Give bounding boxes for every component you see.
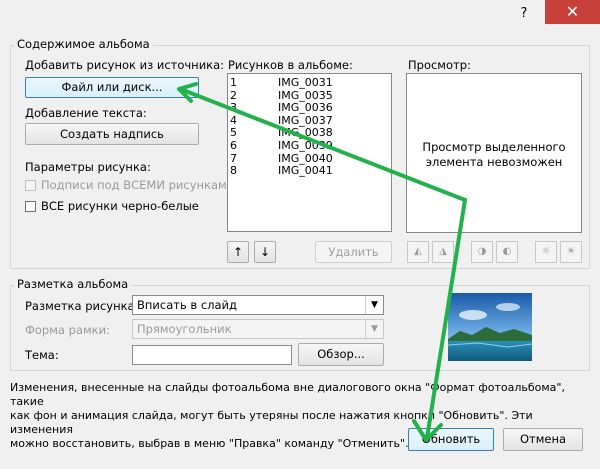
list-item-number: 1 bbox=[230, 76, 237, 89]
update-button[interactable]: Обновить bbox=[408, 428, 494, 451]
rotate-left-icon: ◭ bbox=[414, 246, 422, 257]
list-item-number: 8 bbox=[230, 164, 237, 178]
file-disk-button-label: Файл или диск... bbox=[61, 80, 163, 94]
theme-label: Тема: bbox=[25, 348, 59, 362]
move-up-button[interactable]: ↑ bbox=[227, 241, 249, 263]
theme-input[interactable] bbox=[132, 345, 292, 365]
insert-from-label: Добавить рисунок из источника: bbox=[25, 58, 225, 72]
picture-layout-select[interactable]: Вписать в слайд ▼ bbox=[132, 295, 384, 315]
list-item-filename: IMG_0039 bbox=[278, 138, 333, 152]
chevron-down-icon: ▼ bbox=[365, 320, 383, 338]
create-caption-button-label: Создать надпись bbox=[60, 127, 164, 141]
remove-button[interactable]: Удалить bbox=[315, 241, 392, 263]
frame-shape-value: Прямоугольник bbox=[137, 322, 232, 336]
picture-options-label: Параметры рисунка: bbox=[25, 160, 151, 174]
list-item[interactable]: 3 IMG_0036 bbox=[228, 102, 391, 115]
preview-message-line2: элемента невозможен bbox=[425, 155, 563, 169]
title-bar bbox=[0, 0, 600, 30]
cancel-button[interactable]: Отмена bbox=[503, 428, 583, 451]
contrast-up-icon: ◑ bbox=[477, 246, 487, 257]
list-item[interactable]: 6 IMG_0039 bbox=[228, 138, 391, 153]
all-black-white-checkbox[interactable] bbox=[25, 201, 36, 212]
chevron-down-icon: ▼ bbox=[365, 296, 383, 314]
create-caption-button[interactable]: Создать надпись bbox=[25, 123, 199, 145]
list-item-number: 3 bbox=[230, 101, 237, 115]
list-item-filename: IMG_0036 bbox=[278, 101, 333, 115]
pictures-in-album-label: Рисунков в альбоме: bbox=[228, 58, 353, 72]
file-disk-button[interactable]: Файл или диск... bbox=[25, 77, 199, 98]
list-item[interactable]: 8 IMG_0041 bbox=[228, 165, 391, 178]
album-layout-legend: Разметка альбома bbox=[14, 277, 132, 291]
contrast-down-button[interactable]: ◐ bbox=[496, 241, 518, 263]
contrast-up-button[interactable]: ◑ bbox=[471, 241, 493, 263]
list-item-number: 6 bbox=[230, 138, 237, 152]
browse-button[interactable]: Обзор... bbox=[298, 343, 384, 366]
list-item[interactable]: 1 IMG_0031 bbox=[228, 76, 391, 90]
contrast-down-icon: ◐ bbox=[502, 246, 512, 257]
move-down-button[interactable]: ↓ bbox=[254, 241, 276, 263]
rotate-left-button[interactable]: ◭ bbox=[407, 241, 429, 263]
brightness-up-icon: ☼ bbox=[541, 246, 551, 257]
update-button-label: Обновить bbox=[421, 432, 481, 446]
rotate-right-icon: ◮ bbox=[439, 246, 447, 257]
cancel-button-label: Отмена bbox=[519, 432, 567, 446]
arrow-up-icon: ↑ bbox=[232, 245, 244, 259]
picture-layout-value: Вписать в слайд bbox=[137, 298, 237, 312]
brightness-down-icon: ☀ bbox=[566, 246, 576, 257]
preview-pane: Просмотр выделенного элемента невозможен bbox=[406, 73, 582, 233]
rotate-right-button[interactable]: ◮ bbox=[432, 241, 454, 263]
browse-button-label: Обзор... bbox=[317, 347, 365, 361]
remove-button-label: Удалить bbox=[328, 245, 379, 259]
frame-shape-select[interactable]: Прямоугольник ▼ bbox=[132, 319, 384, 339]
captions-below-all-label: Подписи под ВСЕМИ рисунками bbox=[41, 178, 235, 192]
list-item-filename: IMG_0031 bbox=[278, 76, 333, 89]
close-button[interactable]: ✕ bbox=[545, 0, 600, 24]
frame-shape-label: Форма рамки: bbox=[25, 323, 110, 337]
brightness-up-button[interactable]: ☼ bbox=[535, 241, 557, 263]
brightness-down-button[interactable]: ☀ bbox=[560, 241, 582, 263]
layout-preview-thumbnail bbox=[447, 293, 533, 361]
close-icon: ✕ bbox=[565, 2, 580, 21]
picture-layout-label: Разметка рисунка: bbox=[25, 299, 139, 313]
add-text-label: Добавление текста: bbox=[25, 106, 147, 120]
all-black-white-label: ВСЕ рисунки черно-белые bbox=[41, 199, 199, 213]
arrow-down-icon: ↓ bbox=[259, 245, 271, 259]
preview-label: Просмотр: bbox=[408, 58, 471, 72]
preview-message-line1: Просмотр выделенного bbox=[422, 140, 566, 154]
help-icon[interactable]: ? bbox=[515, 6, 533, 24]
captions-below-all-checkbox[interactable] bbox=[25, 180, 36, 191]
album-contents-legend: Содержимое альбома bbox=[14, 37, 153, 51]
info-text-line1: Изменения, внесенные на слайды фотоальбо… bbox=[10, 381, 565, 408]
list-item-filename: IMG_0041 bbox=[278, 164, 333, 178]
pictures-listbox[interactable]: 1 IMG_0031 2 IMG_0035 3 IMG_0036 4 IMG_0037 5 IMG… bbox=[227, 73, 392, 232]
